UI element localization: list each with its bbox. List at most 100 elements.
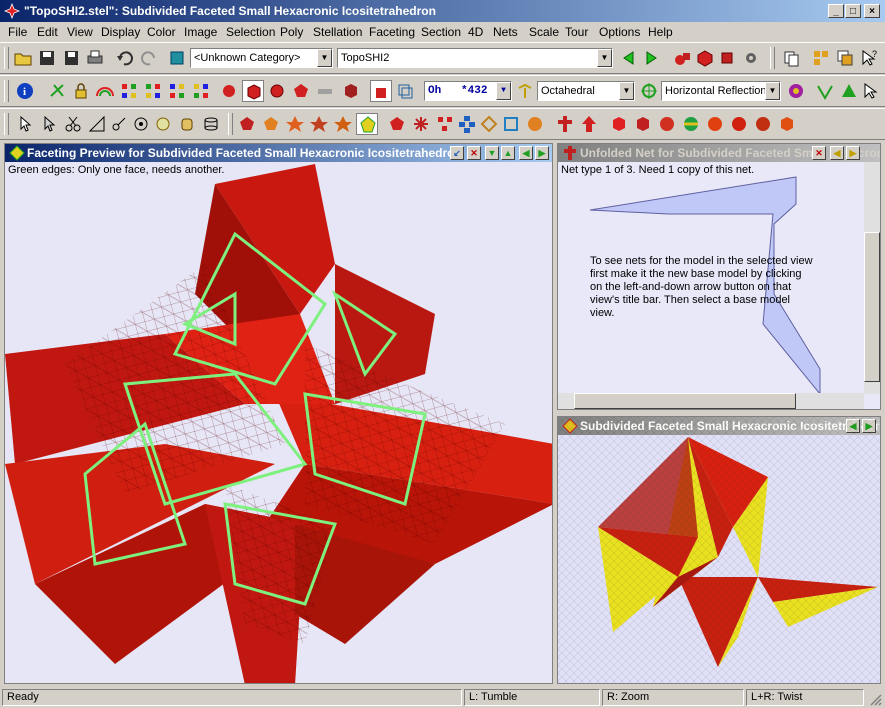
minimize-button[interactable]: _ bbox=[828, 4, 844, 18]
gem-red-icon[interactable] bbox=[218, 80, 240, 102]
pattern4-icon[interactable] bbox=[190, 80, 212, 102]
net-vscroll-thumb[interactable] bbox=[864, 232, 880, 382]
prev-model-icon[interactable] bbox=[618, 47, 640, 69]
pattern2-icon[interactable] bbox=[142, 80, 164, 102]
palm-icon[interactable] bbox=[514, 80, 536, 102]
toolbar-grip[interactable] bbox=[770, 47, 775, 69]
solid3-icon[interactable] bbox=[656, 113, 678, 135]
pattern1-icon[interactable] bbox=[118, 80, 140, 102]
faceting-model-view[interactable] bbox=[5, 144, 553, 684]
cube-wire-icon[interactable] bbox=[394, 80, 416, 102]
sphere-tool-icon[interactable] bbox=[152, 113, 174, 135]
scale-down-icon[interactable] bbox=[814, 80, 836, 102]
menu-scale[interactable]: Scale bbox=[529, 25, 559, 39]
model-view-pane[interactable]: Subdivided Faceted Small Hexacronic Icos… bbox=[557, 416, 881, 684]
net3-icon[interactable] bbox=[434, 113, 456, 135]
menu-help[interactable]: Help bbox=[648, 25, 673, 39]
database-icon[interactable] bbox=[166, 47, 188, 69]
menu-image[interactable]: Image bbox=[184, 25, 217, 39]
net-pane[interactable]: Unfolded Net for Subdivided Faceted Smal… bbox=[557, 143, 881, 410]
menu-edit[interactable]: Edit bbox=[37, 25, 58, 39]
print-icon[interactable] bbox=[84, 47, 106, 69]
help-cursor-icon[interactable]: ? bbox=[858, 47, 880, 69]
toolbar-grip[interactable] bbox=[4, 80, 9, 102]
dodeca-icon[interactable] bbox=[266, 80, 288, 102]
ruler-icon[interactable] bbox=[86, 113, 108, 135]
solid7-icon[interactable] bbox=[752, 113, 774, 135]
window-titlebar[interactable]: "TopoSHI2.stel": Subdivided Faceted Smal… bbox=[0, 0, 885, 22]
menu-view[interactable]: View bbox=[67, 25, 93, 39]
rainbow-icon[interactable] bbox=[94, 80, 116, 102]
net-vscrollbar[interactable] bbox=[864, 162, 880, 394]
solid6-icon[interactable] bbox=[728, 113, 750, 135]
toolbar-grip[interactable] bbox=[228, 113, 233, 135]
save-icon[interactable] bbox=[36, 47, 58, 69]
model-select[interactable]: TopoSHI2 ▼ bbox=[337, 48, 613, 68]
target-icon[interactable] bbox=[638, 80, 660, 102]
net-hscroll-thumb[interactable] bbox=[574, 393, 796, 409]
open-icon[interactable] bbox=[12, 47, 34, 69]
net5-icon[interactable] bbox=[478, 113, 500, 135]
menu-4d[interactable]: 4D bbox=[468, 25, 483, 39]
next-model-icon[interactable] bbox=[640, 47, 662, 69]
menu-tour[interactable]: Tour bbox=[565, 25, 588, 39]
poly2-icon[interactable] bbox=[260, 113, 282, 135]
symmetry-select[interactable]: Oh *432 ▼ bbox=[424, 81, 512, 101]
pointer-icon[interactable] bbox=[14, 113, 36, 135]
box-icon[interactable] bbox=[340, 80, 362, 102]
pattern3-icon[interactable] bbox=[166, 80, 188, 102]
scale-up-icon[interactable] bbox=[838, 80, 860, 102]
solid1-icon[interactable] bbox=[608, 113, 630, 135]
cube-selected-icon[interactable] bbox=[242, 80, 264, 102]
symmetry-type-select[interactable]: Octahedral ▼ bbox=[537, 81, 635, 101]
faceting-icon[interactable] bbox=[356, 113, 378, 135]
toolbar-grip[interactable] bbox=[4, 113, 9, 135]
redo-icon[interactable] bbox=[138, 47, 160, 69]
net7-icon[interactable] bbox=[524, 113, 546, 135]
solid2-icon[interactable] bbox=[632, 113, 654, 135]
sphere-icon[interactable] bbox=[785, 80, 807, 102]
menu-display[interactable]: Display bbox=[101, 25, 140, 39]
menu-selection[interactable]: Selection bbox=[226, 25, 275, 39]
maximize-button[interactable]: □ bbox=[845, 4, 861, 18]
toolbar-grip[interactable] bbox=[4, 47, 9, 69]
menu-options[interactable]: Options bbox=[599, 25, 640, 39]
category-select[interactable]: <Unknown Category> ▼ bbox=[190, 48, 333, 68]
cylinder-icon[interactable] bbox=[200, 113, 222, 135]
menu-section[interactable]: Section bbox=[421, 25, 461, 39]
bar-icon[interactable] bbox=[314, 80, 336, 102]
solid-icon[interactable] bbox=[694, 47, 716, 69]
poly5-icon[interactable] bbox=[332, 113, 354, 135]
info-icon[interactable]: i bbox=[14, 80, 36, 102]
lock-icon[interactable] bbox=[70, 80, 92, 102]
undo-icon[interactable] bbox=[114, 47, 136, 69]
net1-icon[interactable] bbox=[386, 113, 408, 135]
resize-grip-icon[interactable] bbox=[868, 692, 882, 706]
copy-icon[interactable] bbox=[780, 47, 802, 69]
select-icon[interactable] bbox=[38, 113, 60, 135]
net6-icon[interactable] bbox=[500, 113, 522, 135]
menu-poly[interactable]: Poly bbox=[280, 25, 303, 39]
menu-faceting[interactable]: Faceting bbox=[369, 25, 415, 39]
solid8-icon[interactable] bbox=[776, 113, 798, 135]
reflection-select[interactable]: Horizontal Reflection ▼ bbox=[661, 81, 781, 101]
vertex-icon[interactable] bbox=[130, 113, 152, 135]
tile-icon[interactable] bbox=[810, 47, 832, 69]
save-all-icon[interactable] bbox=[60, 47, 82, 69]
dual-icon[interactable] bbox=[46, 80, 68, 102]
arrow-up-icon[interactable] bbox=[578, 113, 600, 135]
faceting-preview-pane[interactable]: Faceting Preview for Subdivided Faceted … bbox=[4, 143, 553, 684]
poly4-icon[interactable] bbox=[308, 113, 330, 135]
model-star-view[interactable] bbox=[558, 417, 881, 684]
net2-icon[interactable] bbox=[410, 113, 432, 135]
edge-icon[interactable] bbox=[108, 113, 130, 135]
net4-icon[interactable] bbox=[456, 113, 478, 135]
cube-red-icon[interactable] bbox=[716, 47, 738, 69]
menu-file[interactable]: File bbox=[8, 25, 27, 39]
gear-icon[interactable] bbox=[740, 47, 762, 69]
shapes-icon[interactable] bbox=[672, 47, 694, 69]
cascade-icon[interactable] bbox=[834, 47, 856, 69]
menu-nets[interactable]: Nets bbox=[493, 25, 518, 39]
net-hscrollbar[interactable] bbox=[558, 393, 864, 409]
cube-view-icon[interactable] bbox=[370, 80, 392, 102]
